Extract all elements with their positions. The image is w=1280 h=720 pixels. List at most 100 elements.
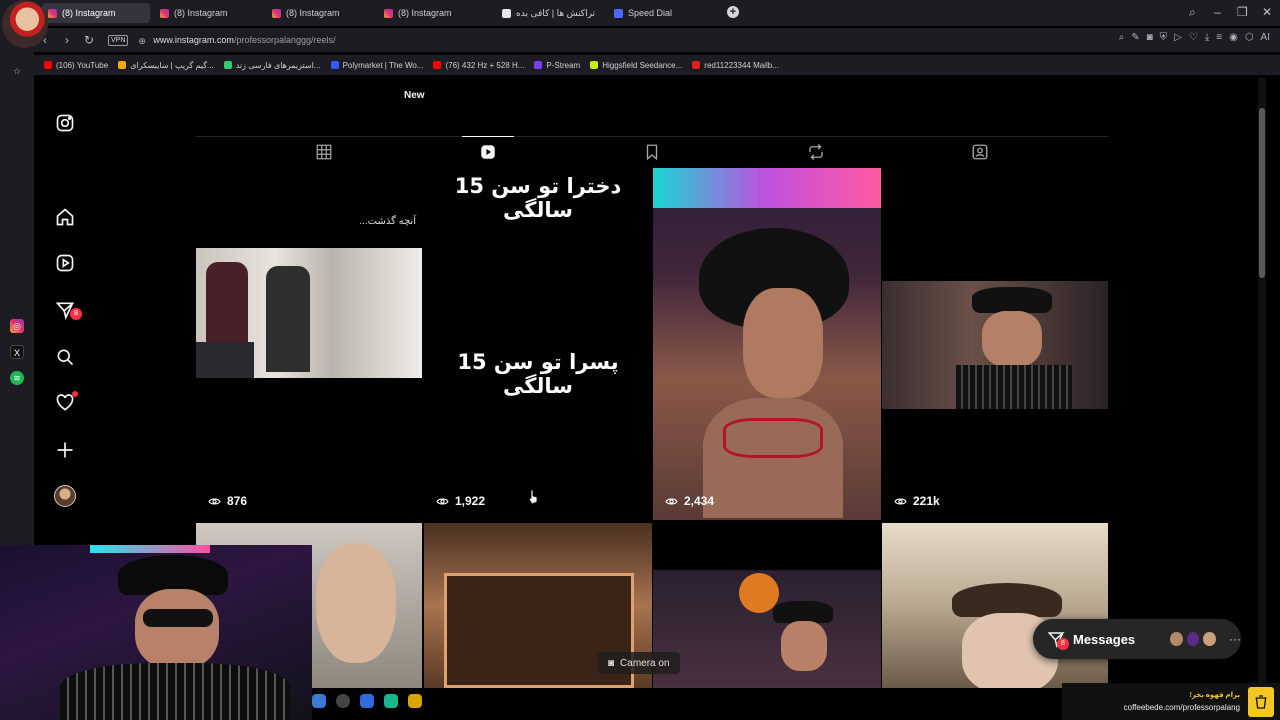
tab-coffeebede[interactable]: تراکنش ها | کافی بده [496,3,606,23]
direct-messages-icon[interactable]: 8 [54,299,82,321]
shield-icon[interactable]: ⛨ [1160,32,1168,43]
search-icon[interactable] [54,346,76,368]
bookmark-polymarket[interactable]: Polymarket | The Wo... [330,61,423,70]
edit-icon[interactable]: ✎ [1131,32,1139,43]
site-info-icon[interactable]: ⊕ [138,36,147,46]
tab-saved[interactable] [639,139,665,165]
view-count: 1,922 [436,494,485,508]
red-top-shape [723,418,823,458]
view-count: 876 [208,494,247,508]
media-player-icon[interactable] [336,694,350,708]
heart-icon[interactable]: ♡ [1189,32,1198,43]
coffee-cup-icon [1248,686,1274,717]
scrollbar-thumb[interactable] [1259,108,1265,278]
hat-shape [972,287,1052,313]
search-tabs-icon[interactable]: ⌕ [1189,5,1196,20]
more-options-icon[interactable]: ··· [1229,632,1241,646]
tab-speed-dial[interactable]: Speed Dial [608,3,716,23]
polymarket-icon [330,61,339,69]
youtube-icon [44,61,52,69]
instagram-panel-icon[interactable]: ◎ [10,319,24,333]
tab-reels[interactable] [462,136,514,165]
reel-tile-3[interactable]: 2,434 [653,168,881,520]
profile-tabs [196,136,1108,166]
notification-dot [72,391,78,397]
bookmark-youtube-hz[interactable]: (76) 432 Hz + 528 H... [433,61,524,70]
address-bar: ‹ › ↻ VPN ⊕ www.instagram.com/professorp… [34,28,1280,52]
download-icon[interactable]: ⤓ [1205,32,1209,43]
pstream-icon [534,61,543,69]
person-figure [266,266,310,372]
play-icon[interactable]: ▷ [1174,32,1182,43]
reel-tile-2[interactable]: دخترا تو سن 15 سالگی پسرا تو سن 15 سالگی… [424,168,652,520]
tab-instagram-2[interactable]: (8) Instagram [154,3,262,23]
streamer-avatar-logo [2,0,48,48]
reel-overlay-text-middle: پسرا تو سن 15 سالگی [457,350,619,398]
messages-button[interactable]: 8 Messages ··· [1033,619,1241,659]
bookmark-mailbox[interactable]: red11223344 Mailb... [692,61,779,70]
app-icon[interactable] [312,694,326,708]
flag-emblem-shape [739,573,779,613]
reload-icon[interactable]: ↻ [78,33,100,47]
reel-tile-4[interactable]: 221k [882,168,1108,520]
instagram-favicon-icon [272,8,281,18]
highlight-new-label[interactable]: New [404,90,425,101]
instagram-logo-icon[interactable] [54,112,76,134]
page-scrollbar[interactable] [1258,78,1266,720]
webcam-overlay [0,545,312,720]
bookmark-streamers[interactable]: استریمرهای فارسی زند... [223,61,321,70]
extensions-icon[interactable]: ⬡ [1245,32,1254,43]
face-shape [781,621,827,671]
profile-icon[interactable]: ◉ [1229,32,1238,43]
minimize-icon[interactable]: – [1214,5,1221,19]
eye-icon [894,498,907,504]
camera-icon[interactable]: ◙ [1147,32,1153,43]
ai-button[interactable]: AI [1261,32,1270,43]
reels-icon[interactable] [54,252,76,274]
youtube-icon [433,61,442,69]
eye-icon [665,498,678,504]
app-icon[interactable] [384,694,398,708]
messages-label: Messages [1073,631,1136,647]
menu-icon[interactable]: ≡ [1216,32,1222,43]
face-shape [743,288,823,398]
tab-posts-grid[interactable] [311,139,337,165]
vpn-badge[interactable]: VPN [108,34,129,46]
maximize-icon[interactable]: ❐ [1237,5,1248,19]
tab-reposts[interactable] [803,139,829,165]
url-field[interactable]: www.instagram.com/professorpalanggg/reel… [153,35,335,45]
instagram-favicon-icon [160,8,169,18]
new-tab-button[interactable]: + [727,6,739,18]
browser-icon[interactable] [360,694,374,708]
tab-tagged[interactable] [967,139,993,165]
browser-tab-strip: (8) Instagram (8) Instagram (8) Instagra… [0,0,1280,26]
reel-tile-7[interactable] [653,523,881,688]
face-shape [982,311,1042,367]
tab-instagram-4[interactable]: (8) Instagram [378,3,486,23]
tab-instagram-3[interactable]: (8) Instagram [266,3,374,23]
bookmark-gamegrip[interactable]: گیم گریپ | سایبسکرای... [118,61,214,70]
create-plus-icon[interactable] [54,439,76,461]
direct-messages-icon: 8 [1047,630,1069,650]
eye-icon [208,498,221,504]
hand-cursor-icon [528,490,538,504]
notifications-heart-icon[interactable] [54,391,78,414]
bookmark-pstream[interactable]: P-Stream [534,61,580,70]
bookmark-higgsfield[interactable]: Higgsfield Seedance... [590,61,682,70]
reel-tile-8[interactable] [882,523,1108,688]
striped-suit-shape [956,365,1072,409]
pinned-star-icon[interactable]: ☆ [10,64,24,78]
app-icon[interactable] [408,694,422,708]
spotify-panel-icon[interactable]: ≋ [10,371,24,385]
zoom-icon[interactable]: ⌕ [1119,32,1125,43]
profile-button[interactable] [54,485,76,507]
reel-tile-1[interactable]: آنچه گذشت... 876 [196,168,422,520]
forward-icon[interactable]: › [56,33,78,47]
home-icon[interactable] [54,206,76,228]
tab-instagram-1[interactable]: (8) Instagram [42,3,150,23]
taskbar [312,694,422,708]
led-light-strip [90,545,210,553]
x-panel-icon[interactable]: X [10,345,24,359]
bookmark-youtube[interactable]: (106) YouTube [44,61,108,70]
close-window-icon[interactable]: ✕ [1262,5,1272,19]
